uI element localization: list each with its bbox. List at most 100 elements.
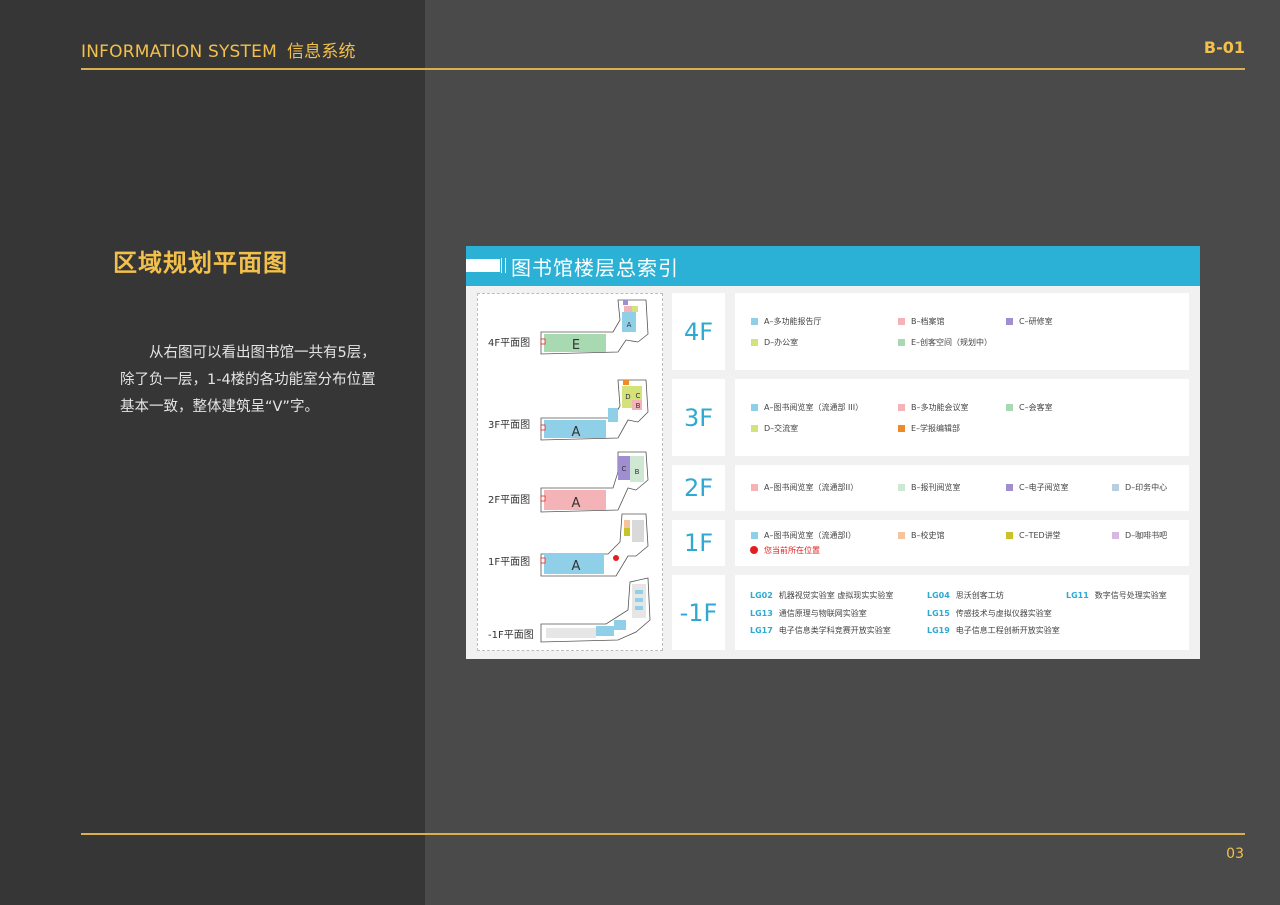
zone-3f-a-letter: A (572, 425, 581, 440)
plan-b1f (540, 577, 651, 643)
header-marker (466, 259, 500, 272)
legend-swatch (751, 484, 758, 491)
lab-code: LG13 (750, 609, 773, 618)
lab-name: 机器视觉实验室 虚拟现实实验室 (778, 591, 894, 600)
floor-legend-b1f: LG02 机器视觉实验室 虚拟现实实验室 LG04 思沃创客工坊 LG11 数字信号处… (735, 575, 1189, 650)
legend-item: B–多功能会议室 (898, 402, 969, 413)
legend-item: A–图书阅览室（流通部 III） (751, 402, 863, 413)
section-description: 从右图可以看出图书馆一共有5层，除了负一层，1-4楼的各功能室分布位置基本一致，… (120, 345, 376, 415)
legend-swatch (1112, 532, 1119, 539)
lab-code: LG11 (1066, 591, 1089, 600)
board-header: 图书馆楼层总索引 (466, 246, 1200, 286)
bottom-rule (81, 833, 1245, 835)
floor-label-2f: 2F (672, 465, 725, 511)
floor-legend-4f: A–多功能报告厅 B–档案馆 C–研修室 D–办公室 E–创客空间（规划中） (735, 293, 1189, 370)
floor-label-3f: 3F (672, 379, 725, 456)
lab-code: LG19 (927, 626, 950, 635)
legend-text: D–印务中心 (1125, 483, 1168, 492)
header-stripes (501, 258, 506, 273)
legend-item: D–印务中心 (1112, 482, 1167, 493)
legend-swatch (751, 532, 758, 539)
plan-label-4f: 4F平面图 (488, 338, 531, 349)
zone-3f-c-letter: C (636, 392, 641, 400)
legend-item: B–档案馆 (898, 316, 945, 327)
legend-swatch (898, 339, 905, 346)
legend-swatch (751, 425, 758, 432)
plan-label-2f: 2F平面图 (488, 495, 531, 506)
legend-swatch (1006, 318, 1013, 325)
legend-text: C–电子阅览室 (1019, 483, 1069, 492)
legend-swatch (751, 318, 758, 325)
legend-item: D–交流室 (751, 423, 798, 434)
zone-2f-c-letter: C (622, 465, 627, 473)
floor-legend-3f: A–图书阅览室（流通部 III） B–多功能会议室 C–会客室 D–交流室 E–… (735, 379, 1189, 456)
legend-swatch (898, 484, 905, 491)
page-number: 03 (1226, 846, 1244, 862)
plan-1f (540, 513, 649, 577)
top-rule (81, 68, 1245, 70)
legend-text: A–图书阅览室（流通部II） (764, 483, 859, 492)
section-code: B-01 (1203, 38, 1245, 57)
lab-code: LG17 (750, 626, 773, 635)
floor-legend-2f: A–图书阅览室（流通部II） B–报刊阅览室 C–电子阅览室 D–印务中心 (735, 465, 1189, 511)
zone-3f-b-letter: B (636, 402, 641, 410)
floor-label-4f: 4F (672, 293, 725, 370)
lab-item: LG13 通信原理与物联网实验室 (750, 608, 867, 619)
section-title: 区域规划平面图 (113, 249, 288, 277)
floor-index-board: 图书馆楼层总索引 E A A A A D C B C B 4F平面图 3F平面图… (466, 246, 1200, 659)
zone-4f-e-letter: E (572, 338, 580, 353)
legend-swatch (1006, 532, 1013, 539)
lab-item: LG19 电子信息工程创新开放实验室 (927, 625, 1060, 636)
zone-4f-a-letter: A (627, 321, 632, 329)
legend-text: D–咖啡书吧 (1125, 531, 1168, 540)
lab-name: 电子信息类学科竞赛开放实验室 (778, 626, 891, 635)
legend-item: A–图书阅览室（流通部I） (751, 530, 856, 541)
legend-text: C–TED讲堂 (1019, 531, 1061, 540)
zone-4f-b (624, 306, 632, 312)
legend-text: C–研修室 (1019, 317, 1053, 326)
lab-code: LG15 (927, 609, 950, 618)
legend-swatch (751, 339, 758, 346)
legend-item: A–图书阅览室（流通部II） (751, 482, 858, 493)
zone-4f-c (623, 300, 628, 305)
plan-label-1f: 1F平面图 (488, 557, 531, 568)
left-panel (0, 0, 425, 905)
legend-swatch (751, 404, 758, 411)
lab-code: LG04 (927, 591, 950, 600)
lab-name: 电子信息工程创新开放实验室 (955, 626, 1060, 635)
floor-legend-1f: A–图书阅览室（流通部I） B–校史馆 C–TED讲堂 D–咖啡书吧 您当前所在… (735, 520, 1189, 566)
legend-text: B–档案馆 (911, 317, 945, 326)
lab-code: LG02 (750, 591, 773, 600)
legend-swatch (898, 425, 905, 432)
plan-label-3f: 3F平面图 (488, 420, 531, 431)
legend-item: C–会客室 (1006, 402, 1053, 413)
legend-item: B–报刊阅览室 (898, 482, 961, 493)
legend-item: C–TED讲堂 (1006, 530, 1061, 541)
you-are-here-dot (750, 546, 758, 554)
legend-swatch (1112, 484, 1119, 491)
legend-text: E–创客空间（规划中） (911, 338, 993, 347)
legend-text: B–校史馆 (911, 531, 945, 540)
zone-1f-a-letter: A (572, 559, 581, 574)
legend-swatch (1006, 404, 1013, 411)
floor-label-b1f: -1F (672, 575, 725, 650)
legend-item: E–学报编辑部 (898, 423, 960, 434)
legend-text: A–图书阅览室（流通部 III） (764, 403, 864, 412)
lab-item: LG15 传感技术与虚拟仪器实验室 (927, 608, 1052, 619)
legend-text: D–办公室 (764, 338, 799, 347)
header-title: INFORMATION SYSTEM 信息系统 (81, 37, 356, 62)
legend-swatch (898, 318, 905, 325)
legend-text: B–多功能会议室 (911, 403, 969, 412)
legend-text: E–学报编辑部 (911, 424, 961, 433)
lab-item: LG11 数字信号处理实验室 (1066, 590, 1167, 601)
lab-item: LG02 机器视觉实验室 虚拟现实实验室 (750, 590, 893, 601)
plan-label-b1f: -1F平面图 (488, 630, 534, 641)
floor-label-1f: 1F (672, 520, 725, 566)
board-title: 图书馆楼层总索引 (511, 256, 679, 280)
legend-item: C–研修室 (1006, 316, 1053, 327)
floor-plans-panel: E A A A A D C B C B 4F平面图 3F平面图 2F平面图 1F… (477, 293, 663, 651)
you-are-here-marker (613, 555, 619, 561)
zone-3f-d-letter: D (625, 393, 630, 401)
legend-text: A–图书阅览室（流通部I） (764, 531, 856, 540)
zone-2f-a-letter: A (572, 496, 581, 511)
